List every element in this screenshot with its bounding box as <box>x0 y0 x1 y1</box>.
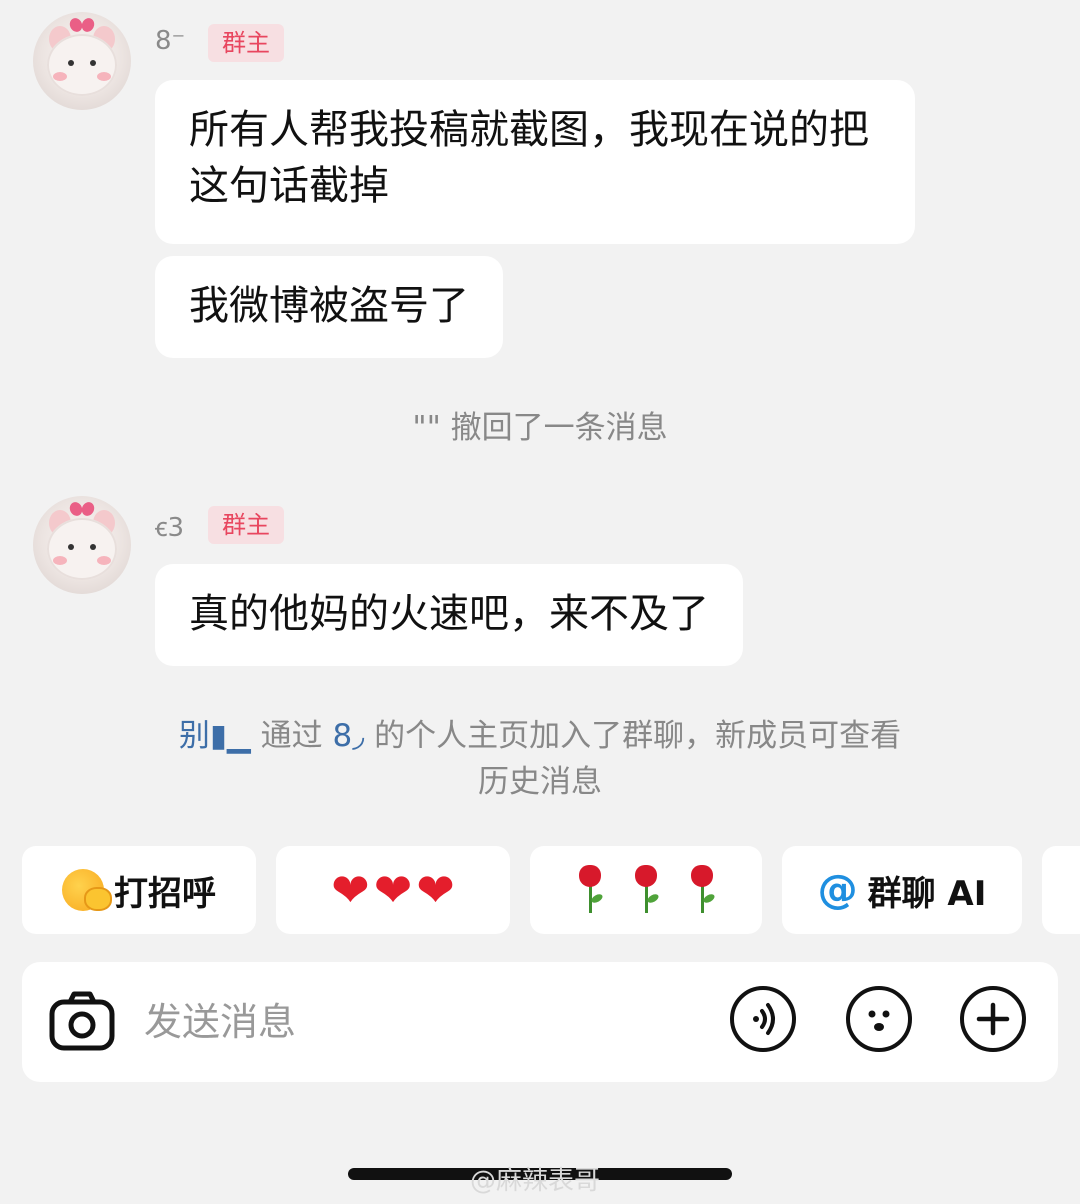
message-input-bar: 发送消息 <box>22 962 1058 1082</box>
message-bubble[interactable]: 所有人帮我投稿就截图，我现在说的把这句话截掉 <box>155 80 915 244</box>
recall-notice: "" 撤回了一条消息 <box>412 410 668 446</box>
sender-avatar[interactable] <box>33 12 131 110</box>
message-input[interactable]: 发送消息 <box>144 996 296 1048</box>
sender-avatar[interactable] <box>33 496 131 594</box>
voice-icon <box>753 1003 775 1035</box>
join-user-link[interactable]: 别▮▁ <box>179 718 251 754</box>
quick-reply-bar: 打招呼 ❤ ❤ ❤ @ 群聊 AI <box>0 846 1080 936</box>
camera-icon[interactable] <box>48 988 116 1056</box>
voice-button[interactable] <box>730 986 796 1052</box>
message-text: 所有人帮我投稿就截图，我现在说的把这句话截掉 <box>189 107 869 209</box>
message-bubble[interactable]: 真的他妈的火速吧，来不及了 <box>155 564 743 666</box>
more-button[interactable] <box>960 986 1026 1052</box>
join-text: 通过 <box>250 718 333 754</box>
watermark: @麻辣表哥 <box>470 1166 601 1196</box>
sender-name[interactable]: 8⁻ <box>155 26 185 56</box>
smiley-icon <box>868 1010 890 1031</box>
message-text: 真的他妈的火速吧，来不及了 <box>189 591 709 637</box>
join-text: 的个人主页加入了群聊，新成员可查看 <box>364 718 902 754</box>
quick-reply-more[interactable] <box>1042 846 1080 934</box>
quick-reply-group-ai[interactable]: @ 群聊 AI <box>782 846 1022 934</box>
quick-reply-roses[interactable] <box>530 846 762 934</box>
join-notice: 别▮▁ 通过 8◞ 的个人主页加入了群聊，新成员可查看 <box>0 714 1080 758</box>
heart-icon: ❤ <box>373 863 413 917</box>
message-bubble[interactable]: 我微博被盗号了 <box>155 256 503 358</box>
plus-icon <box>976 1002 1010 1036</box>
chip-label: 打招呼 <box>114 873 216 914</box>
join-notice-line2: 历史消息 <box>478 764 602 800</box>
chip-label: 群聊 AI <box>867 873 987 914</box>
wave-face-emoji-icon <box>62 869 112 911</box>
rose-icon <box>687 865 717 915</box>
owner-badge: 群主 <box>208 24 284 62</box>
rose-icon <box>575 865 605 915</box>
owner-badge: 群主 <box>208 506 284 544</box>
at-icon: @ <box>817 867 858 913</box>
heart-icon: ❤ <box>416 863 455 917</box>
quick-reply-hearts[interactable]: ❤ ❤ ❤ <box>276 846 510 934</box>
heart-icon: ❤ <box>331 863 370 917</box>
quick-reply-greet[interactable]: 打招呼 <box>22 846 256 934</box>
sender-name[interactable]: ꞓ3 <box>155 508 184 544</box>
message-text: 我微博被盗号了 <box>189 283 469 329</box>
rose-icon <box>631 865 661 915</box>
emoji-button[interactable] <box>846 986 912 1052</box>
owner-link[interactable]: 8◞ <box>333 718 365 754</box>
